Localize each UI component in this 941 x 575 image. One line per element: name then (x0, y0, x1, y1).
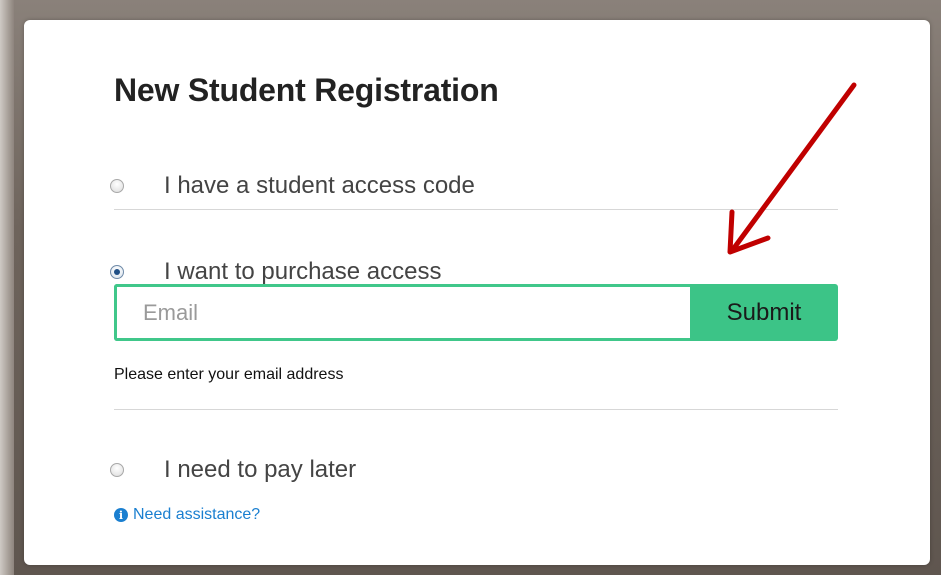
option-pay-later[interactable]: I need to pay later (110, 456, 356, 484)
background-edge (0, 0, 14, 575)
option-pay-later-label: I need to pay later (164, 456, 357, 483)
email-form: Submit (114, 284, 838, 341)
option-purchase-access[interactable]: I want to purchase access (110, 258, 441, 286)
info-circle-icon: i (114, 508, 128, 522)
option-purchase-access-label: I want to purchase access (164, 258, 442, 285)
radio-selected-dot (114, 269, 120, 275)
option-access-code-label: I have a student access code (164, 172, 475, 199)
need-assistance-link[interactable]: i Need assistance? (114, 506, 260, 524)
submit-button[interactable]: Submit (690, 284, 838, 341)
registration-card: New Student Registration I have a studen… (24, 20, 930, 565)
page-title: New Student Registration (114, 72, 499, 108)
arrow-icon (727, 82, 857, 255)
radio-purchase-access[interactable] (110, 265, 124, 279)
email-field[interactable] (114, 284, 690, 341)
option-access-code[interactable]: I have a student access code (110, 172, 475, 200)
radio-access-code[interactable] (110, 179, 124, 193)
radio-pay-later[interactable] (110, 463, 124, 477)
divider (114, 409, 838, 410)
need-assistance-label: Need assistance? (133, 506, 261, 523)
email-helper-text: Please enter your email address (114, 366, 344, 383)
